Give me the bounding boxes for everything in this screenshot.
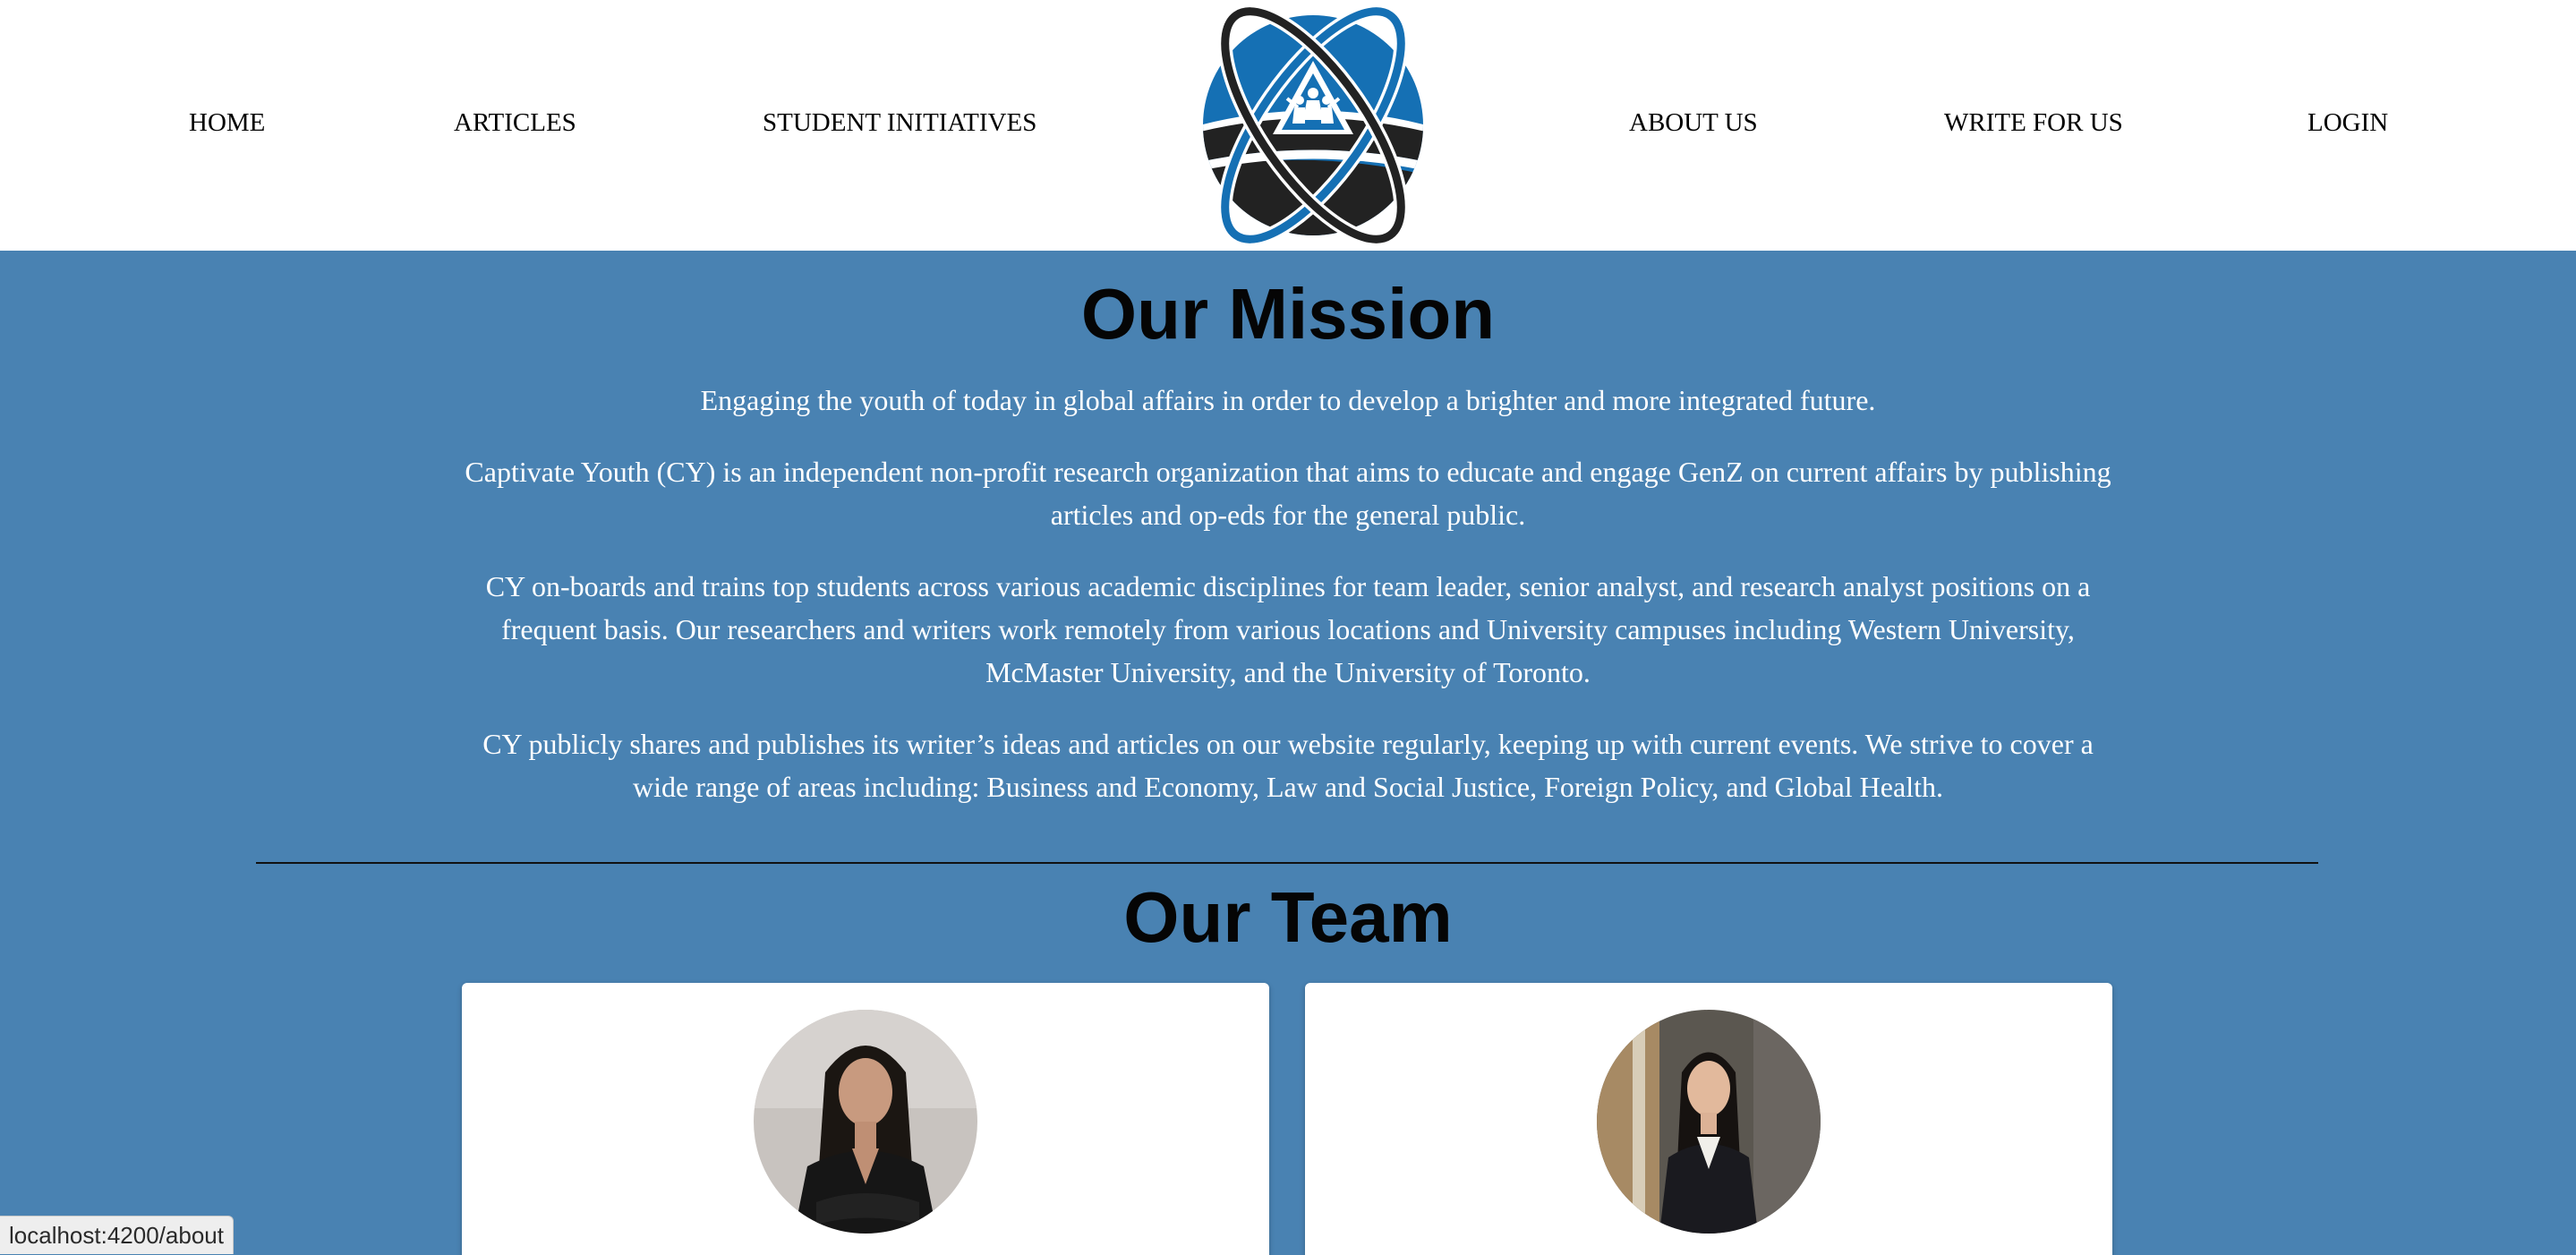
nav-articles-link[interactable]: ARTICLES [454, 107, 576, 139]
captivate-youth-logo-icon[interactable] [1183, 0, 1443, 251]
team-heading: Our Team [1123, 877, 1453, 957]
team-member-card [1305, 983, 2112, 1255]
mission-paragraph: Captivate Youth (CY) is an independent n… [465, 456, 2111, 531]
nav-write-for-us-link[interactable]: WRITE FOR US [1944, 107, 2123, 139]
mission-heading: Our Mission [1080, 274, 1496, 354]
about-page-content: Our Mission Engaging the youth of today … [0, 251, 2576, 1255]
nav-home-link[interactable]: HOME [189, 107, 265, 139]
mission-paragraph: CY on-boards and trains top students acr… [485, 570, 2091, 688]
section-divider [256, 862, 2318, 864]
nav-about-us-link[interactable]: ABOUT US [1629, 107, 1758, 139]
site-header: HOME ARTICLES STUDENT INITIATIVES ABOUT … [0, 0, 2576, 251]
nav-student-initiatives-link[interactable]: STUDENT INITIATIVES [763, 107, 1036, 139]
team-member-photo [1597, 1010, 1821, 1234]
nav-login-link[interactable]: LOGIN [2307, 107, 2388, 139]
status-bar-url: localhost:4200/about [0, 1216, 234, 1254]
mission-paragraph: CY publicly shares and publishes its wri… [482, 728, 2094, 803]
team-member-photo [754, 1010, 977, 1234]
team-member-card [462, 983, 1269, 1255]
mission-tagline: Engaging the youth of today in global af… [700, 384, 1876, 416]
